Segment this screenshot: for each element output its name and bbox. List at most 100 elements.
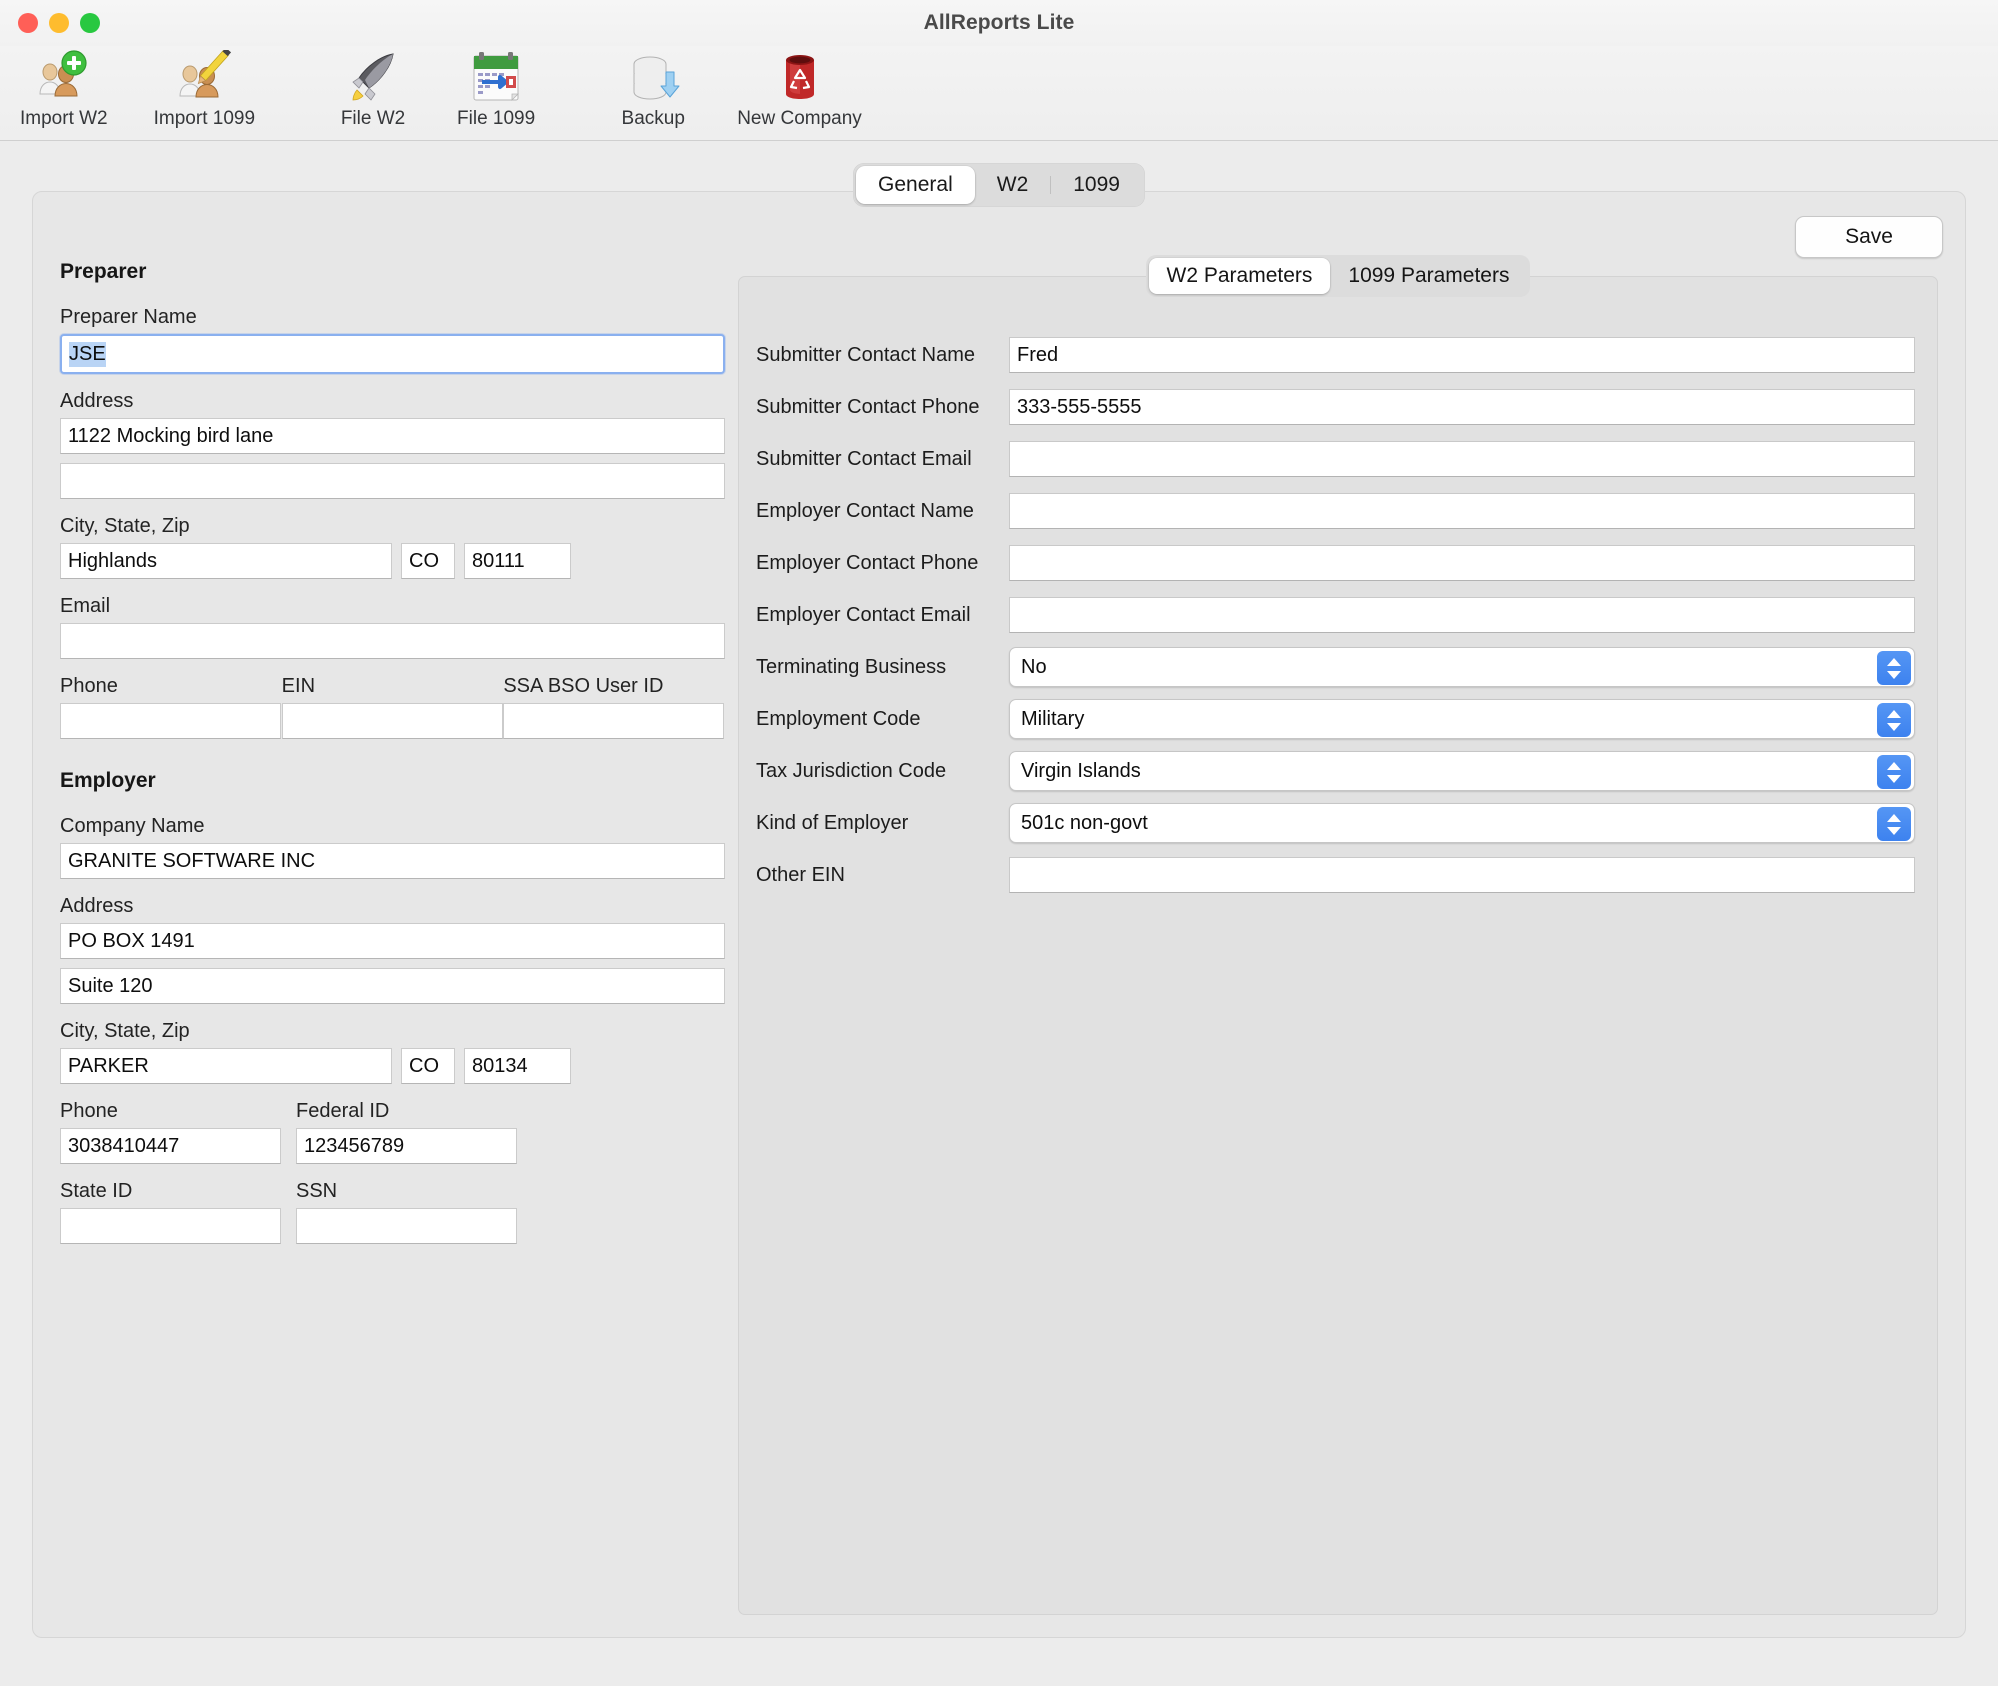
preparer-id-inputs-row bbox=[60, 703, 725, 739]
preparer-name-label: Preparer Name bbox=[60, 306, 725, 329]
employer-stateid-ssn-inputs-row bbox=[60, 1208, 725, 1244]
submitter-contact-name-input[interactable]: Fred bbox=[1009, 337, 1915, 373]
preparer-phone-input[interactable] bbox=[60, 703, 281, 739]
employer-phone-input[interactable]: 3038410447 bbox=[60, 1128, 281, 1164]
chevron-up-down-icon bbox=[1877, 651, 1911, 685]
kind-of-employer-select[interactable]: 501c non-govt bbox=[1009, 803, 1915, 843]
preparer-email-label: Email bbox=[60, 595, 725, 618]
row-submitter-contact-email: Submitter Contact Email bbox=[739, 433, 1937, 485]
toolbar-label: File W2 bbox=[341, 108, 405, 130]
toolbar-label: Import 1099 bbox=[154, 108, 255, 130]
preparer-zip-input[interactable]: 80111 bbox=[464, 543, 571, 579]
row-employer-contact-email: Employer Contact Email bbox=[739, 589, 1937, 641]
employer-address1-input[interactable]: PO BOX 1491 bbox=[60, 923, 725, 959]
content-area: General W2 1099 Save Preparer Preparer N… bbox=[0, 141, 1998, 1686]
preparer-ein-label: EIN bbox=[282, 675, 504, 698]
employer-city-input[interactable]: PARKER bbox=[60, 1048, 392, 1084]
preparer-address1-input[interactable]: 1122 Mocking bird lane bbox=[60, 418, 725, 454]
toolbar-item-file-w2[interactable]: File W2 bbox=[325, 46, 421, 130]
toolbar-item-file-1099[interactable]: File 1099 bbox=[447, 46, 545, 130]
recycle-bin-icon bbox=[770, 48, 830, 106]
preparer-address2-input[interactable] bbox=[60, 463, 725, 499]
employer-ssn-input[interactable] bbox=[296, 1208, 517, 1244]
preparer-name-value: JSE bbox=[69, 342, 106, 367]
employer-federal-id-label: Federal ID bbox=[296, 1100, 532, 1123]
chevron-up-down-icon bbox=[1877, 755, 1911, 789]
employer-contact-email-input[interactable] bbox=[1009, 597, 1915, 633]
submitter-contact-phone-label: Submitter Contact Phone bbox=[756, 396, 1009, 419]
employer-zip-input[interactable]: 80134 bbox=[464, 1048, 571, 1084]
row-employer-contact-phone: Employer Contact Phone bbox=[739, 537, 1937, 589]
employer-csz-label: City, State, Zip bbox=[60, 1020, 725, 1043]
employment-code-select[interactable]: Military bbox=[1009, 699, 1915, 739]
employer-address2-input[interactable]: Suite 120 bbox=[60, 968, 725, 1004]
row-employment-code: Employment Code Military bbox=[739, 693, 1937, 745]
row-tax-jurisdiction-code: Tax Jurisdiction Code Virgin Islands bbox=[739, 745, 1937, 797]
preparer-ssa-label: SSA BSO User ID bbox=[503, 675, 725, 698]
save-button[interactable]: Save bbox=[1795, 216, 1943, 258]
employer-contact-name-label: Employer Contact Name bbox=[756, 500, 1009, 523]
preparer-name-input[interactable]: JSE bbox=[60, 334, 725, 374]
calendar-export-icon bbox=[466, 48, 526, 106]
tab-1099-parameters[interactable]: 1099 Parameters bbox=[1330, 258, 1527, 294]
rocket-icon bbox=[343, 48, 403, 106]
employer-federal-id-input[interactable]: 123456789 bbox=[296, 1128, 517, 1164]
row-kind-of-employer: Kind of Employer 501c non-govt bbox=[739, 797, 1937, 849]
toolbar-label: New Company bbox=[737, 108, 862, 130]
toolbar-item-import-w2[interactable]: Import W2 bbox=[10, 46, 118, 130]
toolbar-item-import-1099[interactable]: Import 1099 bbox=[144, 46, 265, 130]
preparer-state-input[interactable]: CO bbox=[401, 543, 455, 579]
employer-contact-phone-input[interactable] bbox=[1009, 545, 1915, 581]
left-form-column: Preparer Preparer Name JSE Address 1122 … bbox=[60, 260, 725, 1244]
tab-w2[interactable]: W2 bbox=[975, 166, 1051, 204]
preparer-phone-label: Phone bbox=[60, 675, 282, 698]
submitter-contact-email-input[interactable] bbox=[1009, 441, 1915, 477]
employer-contact-email-label: Employer Contact Email bbox=[756, 604, 1009, 627]
toolbar-item-backup[interactable]: Backup bbox=[605, 46, 701, 130]
preparer-email-input[interactable] bbox=[60, 623, 725, 659]
toolbar-item-new-company[interactable]: New Company bbox=[727, 46, 872, 130]
row-other-ein: Other EIN bbox=[739, 849, 1937, 901]
employer-phone-label: Phone bbox=[60, 1100, 296, 1123]
other-ein-input[interactable] bbox=[1009, 857, 1915, 893]
parameters-tab-bar: W2 Parameters 1099 Parameters bbox=[738, 255, 1938, 297]
terminating-business-select[interactable]: No bbox=[1009, 647, 1915, 687]
row-employer-contact-name: Employer Contact Name bbox=[739, 485, 1937, 537]
submitter-contact-email-label: Submitter Contact Email bbox=[756, 448, 1009, 471]
employer-company-label: Company Name bbox=[60, 815, 725, 838]
row-submitter-contact-phone: Submitter Contact Phone 333-555-5555 bbox=[739, 381, 1937, 433]
submitter-contact-phone-input[interactable]: 333-555-5555 bbox=[1009, 389, 1915, 425]
employer-section-title: Employer bbox=[60, 769, 725, 793]
employer-contact-name-input[interactable] bbox=[1009, 493, 1915, 529]
employer-state-id-input[interactable] bbox=[60, 1208, 281, 1244]
chevron-up-down-icon bbox=[1877, 703, 1911, 737]
app-window: AllReports Lite Import W2 bbox=[0, 0, 1998, 1686]
toolbar-label: Backup bbox=[622, 108, 685, 130]
preparer-ein-input[interactable] bbox=[282, 703, 503, 739]
employer-ssn-label: SSN bbox=[296, 1180, 532, 1203]
employment-code-value: Military bbox=[1021, 708, 1084, 731]
employer-stateid-ssn-labels-row: State ID SSN bbox=[60, 1180, 725, 1208]
employer-company-input[interactable]: GRANITE SOFTWARE INC bbox=[60, 843, 725, 879]
kind-of-employer-value: 501c non-govt bbox=[1021, 812, 1148, 835]
tax-jurisdiction-code-value: Virgin Islands bbox=[1021, 760, 1141, 783]
employer-contact-phone-label: Employer Contact Phone bbox=[756, 552, 1009, 575]
general-panel: Save Preparer Preparer Name JSE Address … bbox=[32, 191, 1966, 1638]
title-bar: AllReports Lite bbox=[0, 0, 1998, 46]
employment-code-label: Employment Code bbox=[756, 708, 1009, 731]
tab-1099[interactable]: 1099 bbox=[1051, 166, 1142, 204]
employer-csz-row: PARKER CO 80134 bbox=[60, 1048, 725, 1084]
employer-state-input[interactable]: CO bbox=[401, 1048, 455, 1084]
kind-of-employer-label: Kind of Employer bbox=[756, 812, 1009, 835]
employer-phone-fed-inputs-row: 3038410447 123456789 bbox=[60, 1128, 725, 1164]
tab-w2-parameters[interactable]: W2 Parameters bbox=[1149, 258, 1331, 294]
preparer-id-labels-row: Phone EIN SSA BSO User ID bbox=[60, 675, 725, 703]
tab-general[interactable]: General bbox=[856, 166, 975, 204]
preparer-section-title: Preparer bbox=[60, 260, 725, 284]
tax-jurisdiction-code-select[interactable]: Virgin Islands bbox=[1009, 751, 1915, 791]
tax-jurisdiction-code-label: Tax Jurisdiction Code bbox=[756, 760, 1009, 783]
other-ein-label: Other EIN bbox=[756, 864, 1009, 887]
preparer-city-input[interactable]: Highlands bbox=[60, 543, 392, 579]
preparer-ssa-input[interactable] bbox=[503, 703, 724, 739]
chevron-up-down-icon bbox=[1877, 807, 1911, 841]
